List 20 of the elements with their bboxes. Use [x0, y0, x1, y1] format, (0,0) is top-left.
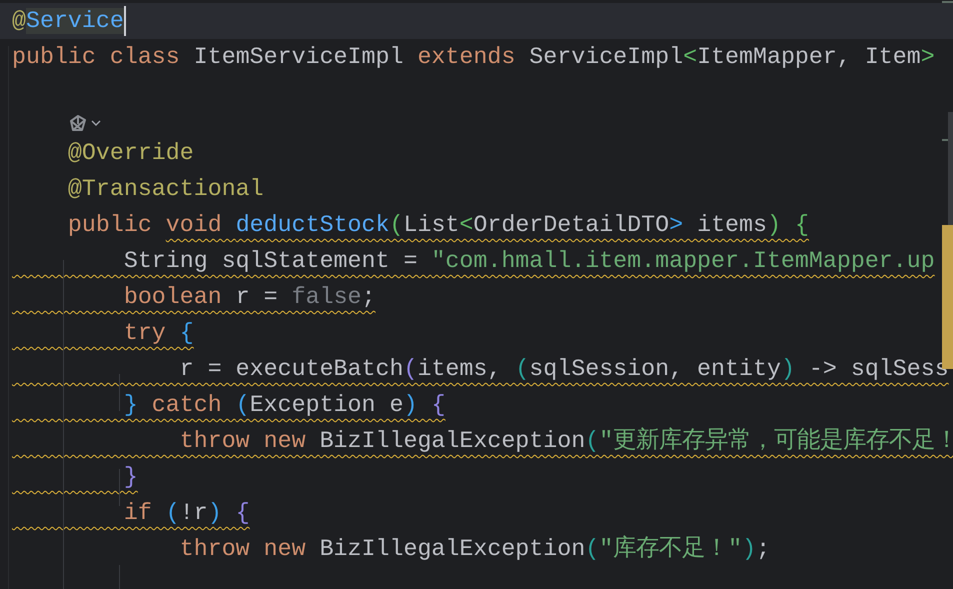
- code-line: throw new BizIllegalException("更新库存异常，可能是库存不足！: [178, 426, 953, 456]
- code-line: String sqlStatement = "com.hmall.item.mapper.ItemMapper.up: [122, 247, 935, 276]
- code-line: r = executeBatch(items, (sqlSession, entity) -> sqlSess: [178, 355, 949, 384]
- code-line: @Override: [66, 139, 194, 168]
- code-line: boolean r = false;: [122, 283, 376, 312]
- code-line: } catch (Exception e) {: [122, 391, 446, 420]
- code-line: @Service: [12, 7, 124, 36]
- code-editor[interactable]: [0, 0, 953, 589]
- scrollbar-thumb[interactable]: [948, 112, 953, 225]
- code-line: try {: [122, 319, 194, 348]
- scroll-marker: [942, 1, 953, 3]
- code-line: }: [122, 463, 138, 492]
- code-line: public class ItemServiceImpl extends ServiceImpl<ItemMapper, Item>: [12, 43, 935, 72]
- text-caret: [124, 6, 126, 36]
- knot-icon[interactable]: [68, 114, 88, 132]
- code-line: public void deductStock(List<OrderDetailDTO> items) {: [66, 211, 809, 240]
- code-line: if (!r) {: [122, 499, 250, 528]
- code-line: throw new BizIllegalException("库存不足！");: [178, 534, 770, 564]
- code-line: @Transactional: [66, 175, 264, 204]
- chevron-down-icon[interactable]: [91, 120, 101, 126]
